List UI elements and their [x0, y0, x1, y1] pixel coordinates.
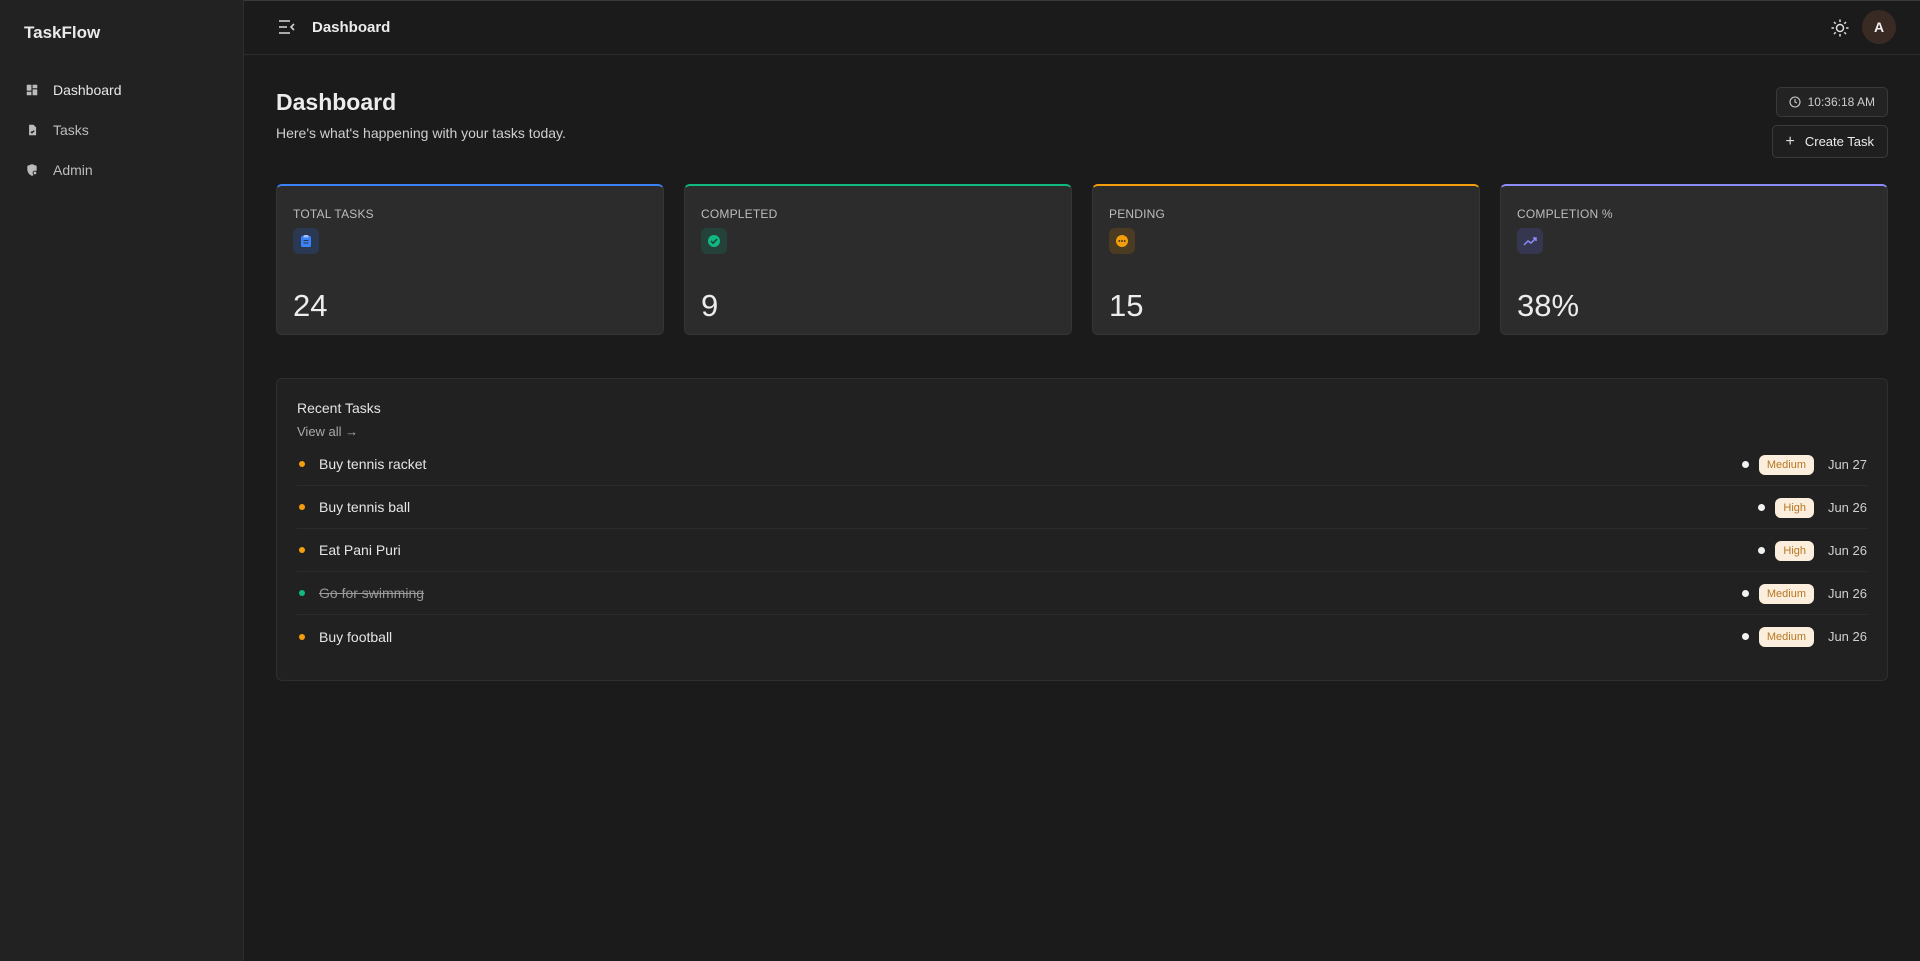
indicator-dot — [1758, 547, 1766, 554]
task-list: Buy tennis racket Medium Jun 27 Buy tenn… — [297, 443, 1867, 658]
stat-card-completion: COMPLETION % 38% — [1500, 184, 1888, 335]
task-name: Eat Pani Puri — [319, 542, 401, 558]
task-row[interactable]: Buy tennis ball High Jun 26 — [297, 486, 1867, 529]
task-name: Go for swimming — [319, 585, 425, 601]
task-name: Buy tennis ball — [319, 499, 411, 515]
sidebar-item-label: Tasks — [53, 122, 89, 138]
stat-value: 15 — [1109, 288, 1144, 323]
sun-icon[interactable] — [1830, 18, 1850, 38]
stat-value: 24 — [293, 288, 328, 323]
stat-card-pending: PENDING 15 — [1092, 184, 1480, 335]
task-date: Jun 26 — [1827, 586, 1867, 601]
stat-value: 38% — [1517, 288, 1580, 323]
check-circle-icon — [701, 228, 727, 254]
task-name: Buy tennis racket — [319, 456, 427, 472]
priority-badge: High — [1775, 497, 1814, 518]
sidebar-item-label: Dashboard — [53, 82, 122, 98]
dashboard-icon — [25, 83, 39, 97]
task-meta: High Jun 26 — [1758, 486, 1867, 529]
indicator-dot — [1758, 504, 1766, 511]
task-meta: Medium Jun 26 — [1741, 615, 1867, 658]
status-dot — [299, 504, 305, 510]
status-dot — [299, 633, 305, 640]
task-name: Buy football — [319, 628, 393, 645]
recent-tasks-panel: Recent Tasks View all → Buy tennis racke… — [276, 378, 1888, 681]
indicator-dot — [1741, 633, 1749, 640]
page-subtitle: Here's what's happening with your tasks … — [276, 125, 566, 141]
task-date: Jun 26 — [1827, 629, 1867, 644]
task-date: Jun 26 — [1827, 500, 1867, 515]
stat-label: COMPLETED — [701, 207, 778, 221]
clock-icon — [1789, 96, 1801, 108]
sidebar: TaskFlow Dashboard Tasks Admin — [0, 0, 244, 961]
task-row[interactable]: Buy football Medium Jun 26 — [297, 615, 1867, 658]
stat-card-total: TOTAL TASKS 24 — [276, 184, 664, 335]
view-all-link[interactable]: View all → — [297, 424, 358, 439]
clipboard-icon — [293, 228, 319, 254]
sidebar-item-admin[interactable]: Admin — [0, 150, 244, 190]
stat-value: 9 — [701, 288, 719, 323]
file-check-icon — [25, 123, 39, 137]
task-meta: High Jun 26 — [1758, 529, 1867, 572]
create-task-button[interactable]: + Create Task — [1771, 125, 1888, 158]
sidebar-item-tasks[interactable]: Tasks — [0, 110, 244, 150]
trending-up-icon — [1517, 228, 1543, 254]
indicator-dot — [1741, 590, 1749, 597]
sidebar-item-label: Admin — [53, 162, 93, 178]
status-dot — [299, 547, 305, 553]
clock-display: 10:36:18 AM — [1775, 87, 1888, 117]
topbar-title: Dashboard — [312, 19, 391, 36]
stat-label: TOTAL TASKS — [293, 207, 374, 221]
stat-label: PENDING — [1109, 207, 1166, 221]
recent-tasks-title: Recent Tasks — [297, 400, 381, 416]
avatar[interactable]: A — [1862, 10, 1896, 44]
priority-badge: Medium — [1758, 454, 1814, 475]
task-row[interactable]: Eat Pani Puri High Jun 26 — [297, 529, 1867, 572]
task-row[interactable]: Buy tennis racket Medium Jun 27 — [297, 443, 1867, 486]
sidebar-nav: Dashboard Tasks Admin — [0, 70, 244, 190]
task-date: Jun 27 — [1827, 457, 1867, 472]
brand-logo[interactable]: TaskFlow — [24, 23, 100, 43]
status-dot — [299, 590, 305, 596]
task-row[interactable]: Go for swimming Medium Jun 26 — [297, 572, 1867, 615]
sidebar-item-dashboard[interactable]: Dashboard — [0, 70, 244, 110]
indicator-dot — [1741, 461, 1749, 468]
task-meta: Medium Jun 26 — [1741, 572, 1867, 615]
create-task-label: Create Task — [1804, 134, 1874, 149]
stats-row: TOTAL TASKS 24 COMPLETED 9 PENDING 15 CO… — [276, 184, 1888, 335]
priority-badge: Medium — [1758, 626, 1814, 647]
priority-badge: High — [1775, 540, 1814, 561]
more-circle-icon — [1109, 228, 1135, 254]
shield-gear-icon — [25, 163, 39, 177]
task-meta: Medium Jun 27 — [1741, 443, 1867, 486]
menu-collapse-icon[interactable] — [278, 19, 296, 35]
plus-icon: + — [1785, 132, 1795, 150]
top-bar: Dashboard A — [244, 0, 1920, 55]
clock-time: 10:36:18 AM — [1807, 95, 1875, 109]
stat-label: COMPLETION % — [1517, 207, 1613, 221]
stat-card-completed: COMPLETED 9 — [684, 184, 1072, 335]
status-dot — [299, 461, 305, 467]
priority-badge: Medium — [1758, 583, 1814, 604]
page-title: Dashboard — [276, 89, 397, 115]
task-date: Jun 26 — [1827, 543, 1867, 558]
